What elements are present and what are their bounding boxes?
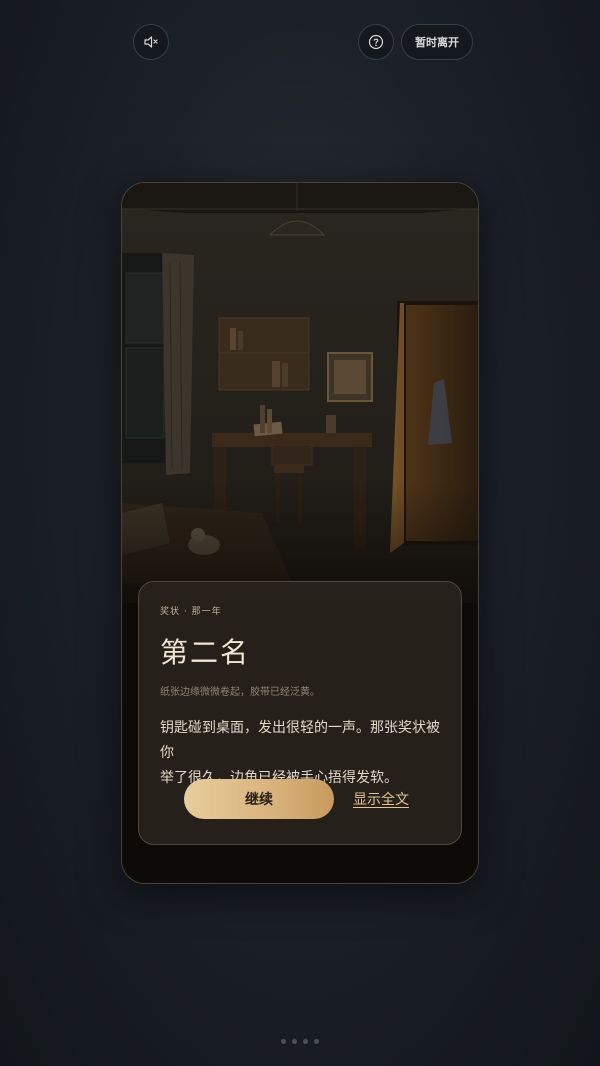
story-card: 奖状 · 那一年 第二名 纸张边缘微微卷起，胶带已经泛黄。 钥匙碰到桌面，发出很… — [138, 581, 462, 845]
question-circle-icon — [368, 34, 384, 50]
page-dot[interactable] — [292, 1039, 297, 1044]
story-tag: 奖状 · 那一年 — [160, 607, 222, 617]
leave-button[interactable]: 暂时离开 — [401, 24, 473, 60]
continue-button[interactable]: 继续 — [184, 779, 334, 819]
page-dot[interactable] — [314, 1039, 319, 1044]
story-title: 第二名 — [160, 636, 251, 669]
page-indicator — [0, 1039, 600, 1044]
story-panel: 奖状 · 那一年 第二名 纸张边缘微微卷起，胶带已经泛黄。 钥匙碰到桌面，发出很… — [121, 182, 479, 884]
speaker-muted-icon — [144, 36, 158, 48]
help-button[interactable] — [358, 24, 394, 60]
page-dot[interactable] — [281, 1039, 286, 1044]
mute-button[interactable] — [133, 24, 169, 60]
story-body-line: 钥匙碰到桌面，发出很轻的一声。那张奖状被你 — [160, 720, 440, 761]
show-full-text-link[interactable]: 显示全文 — [353, 789, 409, 809]
page-dot[interactable] — [303, 1039, 308, 1044]
story-subtitle: 纸张边缘微微卷起，胶带已经泛黄。 — [160, 687, 320, 698]
